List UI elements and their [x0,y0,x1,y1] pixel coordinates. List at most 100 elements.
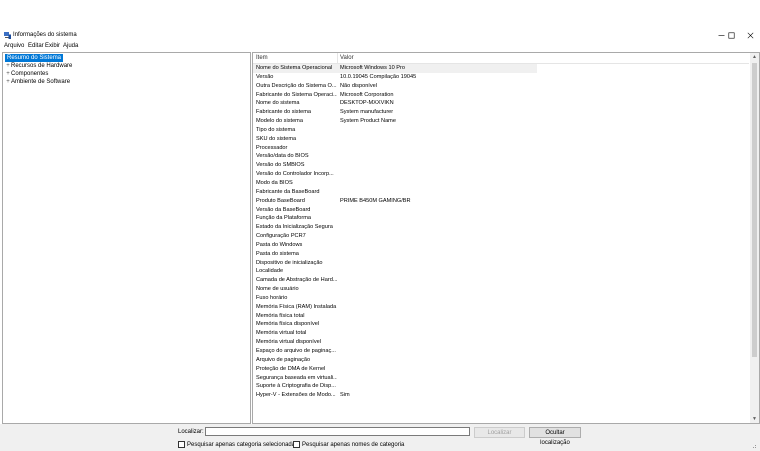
table-row[interactable]: Suporte à Criptografia de Disp... [253,382,749,391]
tree-node-ambiente-de-software[interactable]: +Ambiente de Software [5,78,70,86]
find-input[interactable] [205,427,470,436]
row-value-cell: Microsoft Corporation [340,91,394,98]
table-row[interactable]: Nome do Sistema Operacional Microsoft Win… [253,64,537,73]
table-row[interactable]: Versão/data do BIOS [253,152,749,161]
row-item-cell: Tipo do sistema [256,126,296,133]
find-button[interactable]: Localizar [474,427,525,438]
column-header-value[interactable]: Valor [340,55,354,61]
row-item-cell: Outra Descrição do Sistema O... [256,82,337,89]
table-row[interactable]: Memória virtual disponível [253,338,749,347]
system-info-app-icon [4,32,11,39]
table-row[interactable]: Memória virtual total [253,329,749,338]
table-row[interactable]: Modo da BIOS [253,179,749,188]
table-row[interactable]: Arquivo de paginação [253,356,749,365]
table-row[interactable]: Pasta do sistema [253,250,749,259]
tree-node-label: Recursos de Hardware [11,63,73,69]
menu-editar[interactable]: Editar [28,43,44,49]
table-row[interactable]: Camada de Abstração de Hard... [253,276,749,285]
row-item-cell: Fabricante do Sistema Operaci... [256,91,337,98]
row-item-cell: Versão da BaseBoard [256,206,311,213]
row-value-cell: PRIME B450M GAMING/BR [340,197,411,204]
row-item-cell: Segurança baseada em virtuali... [256,374,337,381]
table-row[interactable]: Versão do Controlador Incorp... [253,170,749,179]
table-row[interactable]: Segurança baseada em virtuali... [253,374,749,383]
table-row[interactable]: Espaço do arquivo de paginaç... [253,347,749,356]
table-row[interactable]: Memória física total [253,312,749,321]
checkbox-label: Pesquisar apenas nomes de categoria [302,442,405,449]
table-row[interactable]: Fabricante do Sistema Operaci... Microsof… [253,91,749,100]
table-row[interactable]: Produto BaseBoard PRIME B450M GAMING/BR [253,197,749,206]
row-item-cell: Memória física total [256,312,305,319]
list-header: Item Valor [253,53,749,64]
row-item-cell: Hyper-V - Extensões de Modo... [256,392,336,399]
search-selected-category-checkbox[interactable]: Pesquisar apenas categoria selecionada [178,441,295,448]
table-row[interactable]: Versão da BaseBoard [253,206,749,215]
table-row[interactable]: Tipo do sistema [253,126,749,135]
scrollbar-thumb[interactable] [752,63,757,357]
row-item-cell: Nome do Sistema Operacional [256,65,333,71]
system-information-window: Informações do sistema Arquivo Editar Ex… [0,29,760,451]
scroll-up-arrow-icon[interactable]: ▲ [751,54,758,60]
menu-ajuda[interactable]: Ajuda [63,43,78,49]
find-panel: Localizar: Localizar Ocultar localização… [0,424,760,451]
table-row[interactable]: Função da Plataforma [253,214,749,223]
search-category-names-checkbox[interactable]: Pesquisar apenas nomes de categoria [293,441,404,448]
table-row[interactable]: Nome de usuário [253,285,749,294]
row-item-cell: Configuração PCR7 [256,233,306,240]
row-item-cell: Arquivo de paginação [256,356,311,363]
table-row[interactable]: Fuso horário [253,294,749,303]
table-row[interactable]: Fabricante do sistema System manufacturer [253,108,749,117]
table-row[interactable]: SKU do sistema [253,135,749,144]
table-row[interactable]: Configuração PCR7 [253,232,749,241]
row-item-cell: Pasta do Windows [256,241,303,248]
table-row[interactable]: Localidade [253,267,749,276]
tree-node-label: Ambiente de Software [11,79,71,85]
row-item-cell: Estado da Inicialização Segura [256,224,333,231]
table-row[interactable]: Memória física disponível [253,320,749,329]
row-value-cell: System manufacturer [340,109,394,116]
table-row[interactable]: Fabricante da BaseBoard [253,188,749,197]
table-row[interactable]: Outra Descrição do Sistema O... Não dispo… [253,82,749,91]
row-item-cell: Dispositivo de inicialização [256,259,323,266]
menu-exibir[interactable]: Exibir [45,43,60,49]
row-item-cell: Memória virtual disponível [256,339,321,346]
row-item-cell: Fabricante da BaseBoard [256,188,320,195]
table-row[interactable]: Dispositivo de inicialização [253,259,749,268]
table-row[interactable]: Memória Física (RAM) Instalada [253,303,749,312]
row-item-cell: Camada de Abstração de Hard... [256,277,337,284]
row-item-cell: Versão do SMBIOS [256,162,305,169]
close-button[interactable] [740,29,760,42]
category-tree[interactable]: Resumo do Sistema +Recursos de Hardware … [2,52,251,424]
column-header-item[interactable]: Item [256,55,268,61]
checkbox-box[interactable] [293,441,300,448]
table-row[interactable]: Estado da Inicialização Segura [253,223,749,232]
table-row[interactable]: Processador [253,144,749,153]
tree-node-componentes[interactable]: +Componentes [5,70,48,78]
table-row[interactable]: Versão do SMBIOS [253,161,749,170]
maximize-button[interactable] [721,29,741,42]
resize-grip-icon[interactable] [751,443,757,449]
row-value-cell: System Product Name [340,118,396,125]
row-item-cell: Localidade [256,268,284,275]
table-row[interactable]: Nome do sistema DESKTOP-MXXVIKN [253,99,749,108]
row-value-cell: Sim [340,392,350,399]
table-row[interactable]: Hyper-V - Extensões de Modo... Sim [253,391,749,400]
find-label: Localizar: [178,429,204,435]
tree-node-recursos-de-hardware[interactable]: +Recursos de Hardware [5,62,72,70]
tree-node-label: Componentes [11,71,49,77]
row-item-cell: Função da Plataforma [256,215,312,222]
scroll-down-arrow-icon[interactable]: ▼ [751,416,758,422]
tree-node-resumo-do-sistema[interactable]: Resumo do Sistema [5,54,64,62]
table-row[interactable]: Versão 10.0.19045 Compilação 19045 [253,73,749,82]
checkbox-box[interactable] [178,441,185,448]
table-row[interactable]: Proteção de DMA de Kernel [253,365,749,374]
table-row[interactable]: Modelo do sistema System Product Name [253,117,749,126]
row-item-cell: Suporte à Criptografia de Disp... [256,383,336,390]
table-row[interactable]: Pasta do Windows [253,241,749,250]
hide-find-button[interactable]: Ocultar localização [529,427,581,446]
column-divider[interactable] [337,53,338,63]
vertical-scrollbar[interactable]: ▲ ▼ [750,53,759,423]
menu-arquivo[interactable]: Arquivo [4,43,24,49]
menu-bar: Arquivo Editar Exibir Ajuda [0,42,760,51]
details-list[interactable]: Item Valor Nome do Sistema Operacional Mi… [252,52,760,424]
